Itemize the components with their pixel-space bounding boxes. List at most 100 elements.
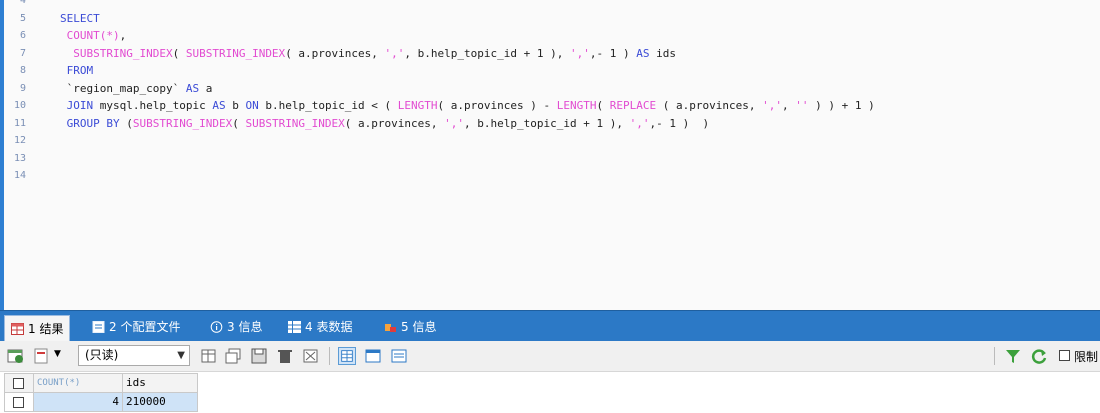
tab-table-data-label: 4 表数据 — [305, 320, 353, 334]
table-cell-ids-value: 210000 — [126, 395, 166, 408]
grid-view-icon[interactable] — [338, 347, 356, 365]
code-token: SUBSTRING_INDEX — [245, 116, 345, 130]
readonly-select-value: (只读) — [85, 348, 119, 362]
delete-icon[interactable] — [276, 347, 294, 365]
text-view-icon[interactable] — [390, 347, 408, 365]
line-number: 11 — [13, 117, 26, 129]
result-toolbar: ▼ (只读) ▼ 限制 — [0, 341, 1100, 372]
line-number: 14 — [13, 170, 26, 181]
line-number: 4 — [19, 0, 26, 6]
code-token: , b.help_topic_id + 1 ), — [404, 46, 570, 60]
code-token: ( a.provinces, — [656, 99, 763, 112]
code-token: mysql.help_topic — [93, 99, 213, 112]
form-view-icon[interactable] — [364, 347, 382, 365]
code-text: SELECT — [60, 10, 100, 27]
code-token: ( a.provinces, — [344, 116, 445, 130]
code-token: b — [225, 99, 246, 112]
column-header-ids[interactable]: ids — [122, 373, 198, 393]
code-token: AS — [185, 81, 200, 95]
code-text: JOIN mysql.help_topic AS b ON b.help_top… — [60, 97, 875, 114]
chevron-down-icon[interactable]: ▼ — [54, 349, 61, 359]
select-all-header[interactable] — [4, 373, 34, 393]
code-token: ',' — [629, 116, 650, 130]
code-token: JOIN — [60, 99, 94, 112]
code-token: ',' — [444, 116, 465, 130]
code-text: `region_map_copy` AS a — [60, 80, 213, 97]
column-header-count-label: COUNT(*) — [37, 378, 81, 388]
result-grid: COUNT(*) ids 4 210000 — [0, 372, 1100, 413]
code-token: , b.help_topic_id + 1 ), — [464, 116, 630, 130]
tab-results[interactable]: 1 结果 — [4, 315, 71, 341]
limit-checkbox[interactable] — [1059, 350, 1070, 361]
code-token: a — [199, 81, 213, 95]
code-token: SUBSTRING_INDEX — [132, 116, 233, 130]
code-token: SUBSTRING_INDEX — [60, 46, 173, 60]
export-icon[interactable] — [7, 347, 25, 365]
code-token: `region_map_copy` — [60, 81, 186, 95]
readonly-select[interactable]: (只读) ▼ — [78, 345, 190, 366]
line-number: 6 — [19, 30, 26, 41]
tab-info[interactable]: 3 信息 — [204, 316, 268, 338]
table-cell-ids[interactable]: 210000 — [122, 392, 198, 412]
code-token: ',' — [569, 46, 590, 60]
tab-results-label: 1 结果 — [28, 321, 64, 336]
code-token: GROUP BY — [60, 116, 120, 130]
code-token: AS — [636, 46, 650, 60]
result-tabs: 1 结果 2 个配置文件 3 信息 4 表数据 5 信息 — [0, 310, 1100, 341]
tab-profiles[interactable]: 2 个配置文件 — [86, 316, 186, 338]
table-icon — [288, 321, 301, 333]
filter-icon[interactable] — [1004, 347, 1022, 365]
line-number: 5 — [19, 12, 26, 24]
code-text: GROUP BY (SUBSTRING_INDEX( SUBSTRING_IND… — [60, 115, 709, 132]
code-token: ( — [172, 46, 186, 60]
table-cell-count[interactable]: 4 — [33, 392, 123, 412]
duplicate-row-icon[interactable] — [224, 347, 242, 365]
code-token: ( — [232, 116, 246, 130]
document-icon — [92, 321, 105, 333]
select-all-checkbox[interactable] — [13, 378, 24, 389]
code-token: ',' — [762, 99, 782, 112]
code-token: ( — [119, 116, 133, 130]
code-token: ON — [245, 99, 259, 112]
code-token: SUBSTRING_INDEX — [185, 46, 286, 60]
code-text: FROM — [60, 62, 94, 79]
code-token: COUNT — [60, 29, 100, 42]
code-token: , — [781, 99, 796, 112]
row-selector[interactable] — [4, 392, 34, 412]
code-token: LENGTH — [397, 99, 438, 112]
code-token: LENGTH — [556, 99, 597, 112]
refresh-grid-icon[interactable] — [302, 347, 320, 365]
info-icon — [210, 321, 223, 333]
tab-messages[interactable]: 5 信息 — [378, 316, 442, 338]
save-icon[interactable] — [250, 347, 268, 365]
code-token: , — [119, 29, 127, 42]
toolbar-divider — [994, 347, 995, 365]
code-token: AS — [212, 99, 226, 112]
sql-editor[interactable]: 4 5 SELECT 6 COUNT(*), 7 SUBSTRING_INDEX( SU… — [4, 0, 1100, 310]
tab-messages-label: 5 信息 — [401, 320, 437, 334]
column-header-ids-label: ids — [126, 376, 146, 389]
refresh-icon[interactable] — [1030, 347, 1048, 365]
line-number: 7 — [19, 47, 26, 59]
tab-profiles-label: 2 个配置文件 — [109, 320, 181, 334]
page-icon[interactable] — [33, 347, 51, 365]
code-token: ',' — [384, 46, 405, 60]
code-token: ( — [596, 99, 610, 112]
code-token: REPLACE — [609, 99, 657, 112]
code-token: ( a.provinces ) - — [437, 99, 557, 112]
insert-row-icon[interactable] — [200, 347, 218, 365]
grid-icon — [11, 322, 24, 335]
toolbar-divider — [329, 347, 330, 365]
row-checkbox[interactable] — [13, 397, 24, 408]
tab-table-data[interactable]: 4 表数据 — [282, 316, 358, 338]
code-token: ( a.provinces, — [285, 46, 385, 60]
column-header-count[interactable]: COUNT(*) — [33, 373, 123, 393]
code-token: FROM — [60, 64, 94, 77]
code-text: COUNT(*), — [60, 27, 127, 44]
chevron-down-icon: ▼ — [177, 350, 185, 361]
code-token: '' — [795, 99, 809, 112]
table-cell-count-value: 4 — [112, 395, 119, 408]
code-token: b.help_topic_id < ( — [258, 99, 398, 112]
line-number: 10 — [13, 100, 26, 111]
line-number: 9 — [19, 82, 26, 94]
